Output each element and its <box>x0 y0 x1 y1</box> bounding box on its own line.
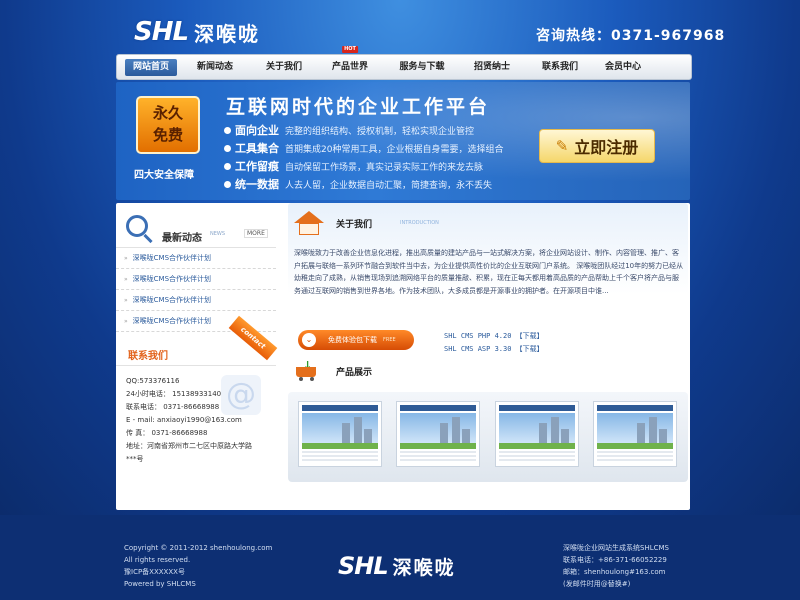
chevron-down-icon: ⌄ <box>302 333 316 347</box>
download-links: SHL CMS PHP 4.20 【下载】 SHL CMS ASP 3.30 【… <box>444 330 544 356</box>
arrow-icon: » <box>124 318 128 325</box>
logo-cn: 深喉咙 <box>194 21 261 46</box>
feature-item: 统一数据 人去人留，企业数据自动汇聚，简捷查询，永不丢失 <box>224 176 492 192</box>
news-list: » 深喉咙CMS合作伙伴计划 » 深喉咙CMS合作伙伴计划 » 深喉咙CMS合作伙伴计… <box>116 248 276 332</box>
download-link[interactable]: SHL CMS PHP 4.20 【下载】 <box>444 330 544 343</box>
pen-icon: ✎ <box>555 137 569 155</box>
download-link[interactable]: SHL CMS ASP 3.30 【下载】 <box>444 343 544 356</box>
about-header: 关于我们 INTRODUCTION <box>294 211 439 235</box>
logo-en: SHL <box>134 17 189 47</box>
house-icon <box>294 211 324 235</box>
list-item[interactable]: » 深喉咙CMS合作伙伴计划 <box>116 269 276 290</box>
about-section: 关于我们 INTRODUCTION 深喉咙致力于改善企业信息化进程，推出高质量的… <box>288 203 688 355</box>
banner-title: 互联网时代的企业工作平台 <box>226 96 491 118</box>
hotline: 咨询热线：0371-967968 <box>536 28 726 44</box>
feature-item: 工具集合 首期集成20种常用工具，企业根据自身需要，选择组合 <box>224 140 503 156</box>
download-small: FREE <box>383 337 396 343</box>
nav-news[interactable]: 新闻动态 <box>177 55 253 79</box>
register-label: 立即注册 <box>574 138 639 157</box>
product-gallery <box>288 392 688 482</box>
product-thumbnail[interactable] <box>495 401 579 467</box>
footer-contact: 深喉咙企业网站生成系统SHLCMS 联系电话：+86-371-66052229 … <box>563 544 669 588</box>
product-thumbnail[interactable] <box>593 401 677 467</box>
main-nav: 网站首页 新闻动态 关于我们 HOT 产品世界 服务与下载 招贤纳士 联系我们 … <box>116 46 692 80</box>
contact-title: 联系我们 <box>128 351 168 362</box>
footer-logo: SHL 深喉咙 <box>338 552 456 580</box>
magnifier-icon <box>126 215 148 237</box>
promo-line1: 永久 <box>152 104 183 122</box>
bullet-icon <box>224 144 231 152</box>
feature-item: 面向企业 完整的组织结构、授权机制，轻松实现企业管控 <box>224 122 474 138</box>
nav-products[interactable]: HOT 产品世界 <box>315 46 385 79</box>
news-title: 最新动态 <box>162 233 202 244</box>
nav-products-label: 产品世界 <box>331 62 368 72</box>
arrow-icon: » <box>124 276 128 283</box>
free-promo-badge: 永久 免费 <box>136 96 200 154</box>
nav-contact[interactable]: 联系我们 <box>525 55 595 79</box>
about-text: 深喉咙致力于改善企业信息化进程，推出高质量的建站产品与一站式解决方案，将企业网站… <box>294 249 684 295</box>
download-button[interactable]: ⌄ 免费体验包下载 FREE <box>298 330 414 350</box>
products-title: 产品展示 <box>336 367 373 378</box>
main-column: 关于我们 INTRODUCTION 深喉咙致力于改善企业信息化进程，推出高质量的… <box>288 203 690 510</box>
hero-banner: 永久 免费 四大安全保障 互联网时代的企业工作平台 面向企业 完整的组织结构、授… <box>116 82 690 200</box>
footer-logo-en: SHL <box>338 552 389 580</box>
content-panel: 最新动态 NEWS MORE » 深喉咙CMS合作伙伴计划 » 深喉咙CMS合作伙伴… <box>116 203 690 510</box>
footer-copyright: Copyright © 2011-2012 shenhoulong.com Al… <box>124 544 273 588</box>
products-header: ↓ 产品展示 <box>294 359 373 381</box>
bullet-icon <box>224 126 231 134</box>
nav-jobs[interactable]: 招贤纳士 <box>459 55 525 79</box>
guarantee-text: 四大安全保障 <box>134 170 194 181</box>
nav-service[interactable]: 服务与下载 <box>385 55 459 79</box>
nav-member[interactable]: 会员中心 <box>595 55 651 79</box>
news-en: NEWS <box>210 231 226 237</box>
sidebar: 最新动态 NEWS MORE » 深喉咙CMS合作伙伴计划 » 深喉咙CMS合作伙伴… <box>116 203 278 510</box>
list-item[interactable]: » 深喉咙CMS合作伙伴计划 <box>116 248 276 269</box>
product-thumbnail[interactable] <box>396 401 480 467</box>
contact-info: QQ:573376116 24小时电话： 15138933140 联系电话： 0… <box>126 377 252 463</box>
bullet-icon <box>224 162 231 170</box>
about-en: INTRODUCTION <box>400 220 439 226</box>
cart-icon: ↓ <box>294 359 320 381</box>
nav-home[interactable]: 网站首页 <box>125 58 177 76</box>
more-link[interactable]: MORE <box>244 229 268 238</box>
bullet-icon <box>224 180 231 188</box>
site-logo[interactable]: SHL 深喉咙 <box>134 17 260 47</box>
register-button[interactable]: ✎ 立即注册 <box>539 129 655 163</box>
download-label: 免费体验包下载 <box>328 336 377 344</box>
about-title: 关于我们 <box>336 219 373 230</box>
product-thumbnail[interactable] <box>298 401 382 467</box>
footer-logo-cn: 深喉咙 <box>392 556 456 579</box>
list-item[interactable]: » 深喉咙CMS合作伙伴计划 <box>116 290 276 311</box>
promo-line2: 免费 <box>152 126 183 144</box>
hot-badge: HOT <box>342 46 358 53</box>
arrow-icon: » <box>124 297 128 304</box>
feature-item: 工作留痕 自动保留工作场景，真实记录实际工作的来龙去脉 <box>224 158 483 174</box>
arrow-icon: » <box>124 255 128 262</box>
nav-about[interactable]: 关于我们 <box>253 55 315 79</box>
news-header: 最新动态 NEWS MORE <box>116 203 276 248</box>
